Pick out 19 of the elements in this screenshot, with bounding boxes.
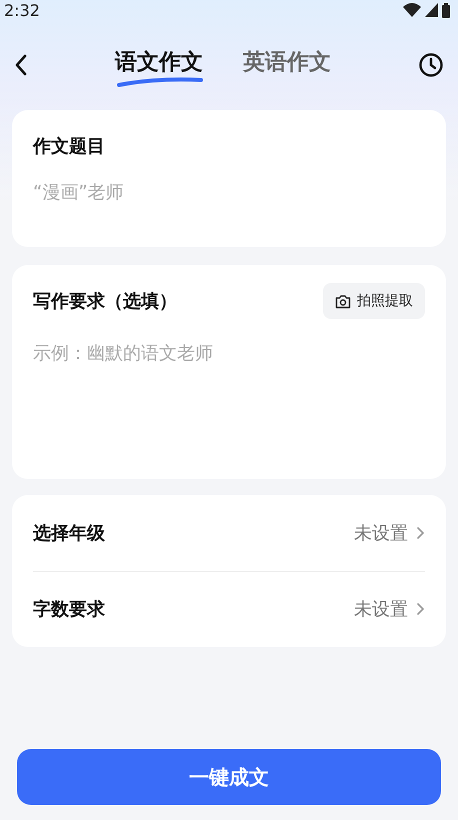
topic-input-field[interactable]: “漫画”老师 <box>33 182 425 203</box>
tab[interactable]: 英语作文 <box>243 47 331 83</box>
topic-title: 作文题目 <box>33 135 106 158</box>
history-icon[interactable] <box>418 52 444 78</box>
back-button[interactable] <box>14 54 28 76</box>
settings-row[interactable]: 选择年级 未设置 <box>33 495 425 570</box>
chevron-right-icon <box>416 602 425 616</box>
photo-extract-button[interactable]: 拍照提取 <box>323 283 425 319</box>
requirements-title: 写作要求（选填） <box>33 290 177 313</box>
requirements-card[interactable]: 写作要求（选填） 拍照提取 示例：幽默的语文老师 <box>12 265 446 479</box>
requirements-input-field[interactable]: 示例：幽默的语文老师 <box>33 341 425 451</box>
submit-button[interactable]: 一键成文 <box>17 749 441 805</box>
settings-row[interactable]: 字数要求 未设置 <box>33 572 425 647</box>
wifi-icon <box>403 3 421 17</box>
battery-icon <box>442 2 450 18</box>
status-time: 2:32 <box>4 0 40 20</box>
signal-icon <box>425 3 438 17</box>
camera-icon <box>335 294 351 308</box>
chevron-right-icon <box>416 526 425 540</box>
